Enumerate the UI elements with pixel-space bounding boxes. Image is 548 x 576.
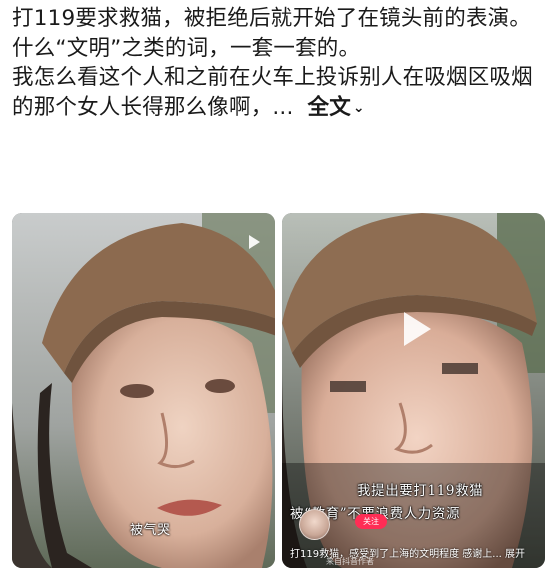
- author-avatar[interactable]: [299, 509, 330, 540]
- expand-label: 全文: [307, 94, 351, 120]
- post-line-3: 我怎么看这个人和之前在火车上投诉别人在吸烟区吸烟的那个女人长得那么像啊，... 全…: [12, 63, 540, 123]
- post-line-2: 什么“文明”之类的词，一套一套的。: [12, 35, 361, 61]
- post-line-1: 打119要求救猫，被拒绝后就开始了在镜头前的表演。: [12, 6, 532, 31]
- follow-button[interactable]: 关注: [355, 514, 387, 529]
- video-thumbnail-right[interactable]: 我提出要打119救猫 被“教育”不要浪费人力资源 关注 打119救猫，感受到了上…: [282, 213, 545, 568]
- video-overlay-text-1: 我提出要打119救猫: [357, 483, 484, 499]
- post-text: 打119要求救猫，被拒绝后就开始了在镜头前的表演。 什么“文明”之类的词，一套一…: [12, 4, 540, 123]
- play-icon[interactable]: [249, 235, 260, 249]
- video-thumbnail-left[interactable]: 被气哭: [12, 213, 275, 568]
- video-frame-left: [12, 213, 275, 568]
- video-caption-left: 被气哭: [130, 523, 171, 538]
- post-line-3-text: 我怎么看这个人和之前在火车上投诉别人在吸烟区吸烟的那个女人长得那么像啊，...: [12, 65, 533, 120]
- watermark: 来自抖音作者: [326, 557, 374, 566]
- play-icon[interactable]: [395, 310, 435, 350]
- chevron-down-icon: ⌄: [352, 99, 365, 116]
- expand-full-text-button[interactable]: 全文 ⌄: [308, 95, 365, 120]
